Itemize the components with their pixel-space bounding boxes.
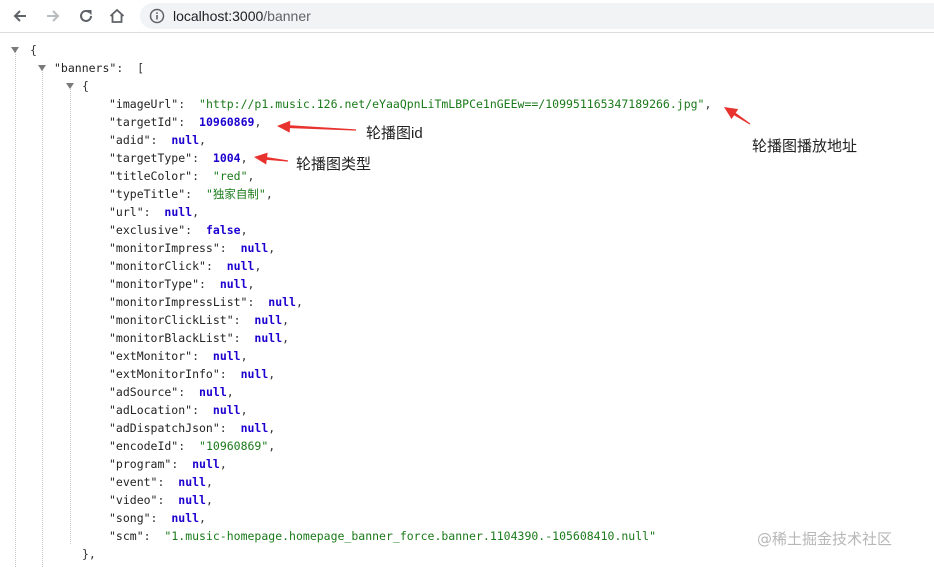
annotation-arrows [254, 107, 751, 165]
annotation-image-url: 轮播图播放地址 [752, 138, 858, 155]
arrow-target-id [277, 120, 356, 133]
arrow-image-url [724, 107, 751, 125]
annotation-target-type: 轮播图类型 [296, 156, 372, 173]
annotation-target-id: 轮播图id [366, 125, 423, 142]
watermark: @稀土掘金技术社区 [757, 530, 893, 548]
arrow-target-type [254, 152, 289, 165]
